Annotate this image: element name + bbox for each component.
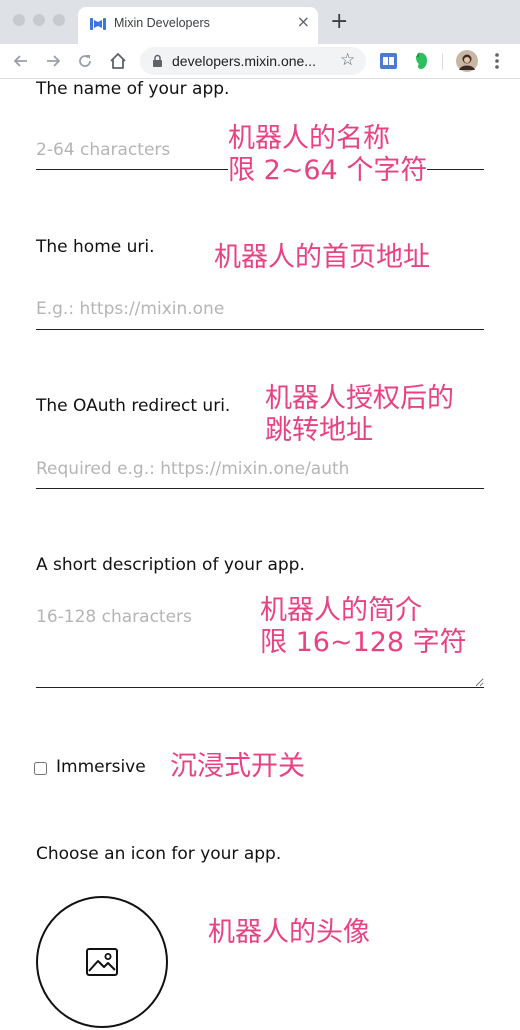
annotation-name: 机器人的名称 限 2~64 个字符 [228, 123, 428, 188]
extension-reader-icon[interactable] [380, 53, 397, 69]
immersive-checkbox[interactable] [34, 762, 47, 775]
address-bar[interactable]: developers.mixin.one... [140, 47, 366, 75]
close-icon[interactable]: × [297, 14, 310, 30]
star-icon[interactable]: ☆ [340, 49, 355, 71]
redirect-uri-label: The OAuth redirect uri. [36, 396, 231, 416]
favicon-icon [90, 18, 106, 30]
back-arrow-icon[interactable] [12, 52, 30, 70]
lock-icon [153, 54, 162, 67]
annotation-redirect: 机器人授权后的 跳转地址 [265, 383, 454, 447]
window-close-dot[interactable] [13, 14, 25, 26]
annotation-immersive: 沉浸式开关 [170, 751, 305, 782]
url-text: developers.mixin.one... [172, 53, 316, 69]
icon-label: Choose an icon for your app. [36, 844, 282, 864]
avatar[interactable] [456, 50, 478, 72]
plus-icon[interactable]: + [330, 11, 348, 33]
browser-tab-bar: Mixin Developers × + [0, 0, 520, 44]
evernote-icon[interactable] [414, 51, 430, 71]
toolbar-divider [442, 54, 443, 70]
app-name-label: The name of your app. [36, 79, 230, 99]
redirect-uri-input[interactable] [36, 449, 484, 489]
forward-arrow-icon[interactable] [44, 52, 62, 70]
annotation-description: 机器人的简介 限 16~128 字符 [260, 595, 467, 659]
kebab-menu-icon[interactable] [494, 52, 500, 70]
annotation-home: 机器人的首页地址 [214, 242, 430, 273]
icon-upload-circle[interactable] [36, 896, 168, 1028]
browser-tab[interactable]: Mixin Developers × [78, 7, 318, 44]
reload-icon[interactable] [76, 52, 94, 70]
window-minimize-dot[interactable] [33, 14, 45, 26]
image-placeholder-icon [86, 948, 118, 976]
immersive-label[interactable]: Immersive [56, 757, 146, 777]
home-uri-input[interactable] [36, 289, 484, 330]
home-uri-label: The home uri. [36, 237, 155, 257]
page-content: The name of your app. 机器人的名称 限 2~64 个字符 … [0, 79, 520, 1030]
annotation-icon: 机器人的头像 [208, 917, 370, 948]
description-label: A short description of your app. [36, 555, 305, 575]
browser-toolbar: developers.mixin.one... ☆ [0, 44, 520, 79]
home-icon[interactable] [108, 51, 128, 71]
tab-title: Mixin Developers [114, 16, 210, 30]
window-zoom-dot[interactable] [53, 14, 65, 26]
